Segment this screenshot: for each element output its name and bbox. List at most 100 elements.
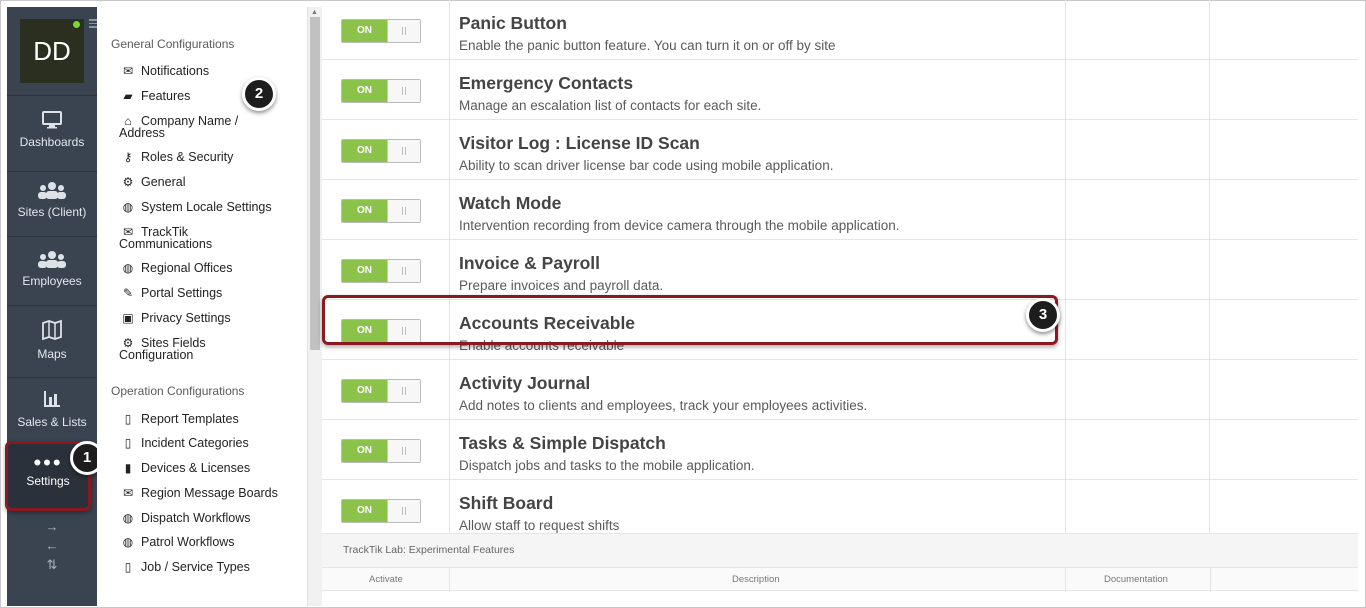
menu-item-label: Report Templates bbox=[141, 412, 239, 426]
feature-description: Ability to scan driver license bar code … bbox=[459, 158, 834, 173]
activate-cell: ON bbox=[322, 180, 450, 240]
menu-item-dispatch-workflows[interactable]: ◍ Dispatch Workflows bbox=[121, 511, 291, 525]
avatar[interactable]: DD bbox=[20, 19, 84, 83]
menu-item-label: Job / Service Types bbox=[141, 560, 250, 574]
rail-divider bbox=[7, 95, 97, 96]
menu-item-label: Portal Settings bbox=[141, 286, 223, 300]
group-icon bbox=[38, 182, 66, 199]
menu-scrollbar[interactable]: ▲ bbox=[307, 7, 322, 606]
rail-divider bbox=[7, 236, 97, 237]
column-divider bbox=[1065, 568, 1066, 592]
menu-item-roles-security[interactable]: ⚷ Roles & Security bbox=[121, 150, 291, 164]
menu-item-label-line2: Address bbox=[119, 126, 165, 140]
feature-title: Emergency Contacts bbox=[459, 73, 634, 93]
menu-item-report-templates[interactable]: ▯ Report Templates bbox=[121, 412, 291, 426]
feature-description: Allow staff to request shifts bbox=[459, 518, 620, 533]
globe-icon: ◍ bbox=[122, 261, 134, 275]
file-icon: ▯ bbox=[124, 436, 132, 450]
feature-description: Add notes to clients and employees, trac… bbox=[459, 398, 868, 413]
feature-title: Tasks & Simple Dispatch bbox=[459, 433, 666, 453]
menu-item-devices-licenses[interactable]: ▮ Devices & Licenses bbox=[121, 462, 291, 475]
menu-item-company-name[interactable]: ⌂ Company Name / Address bbox=[119, 115, 291, 140]
menu-item-label: Notifications bbox=[141, 64, 210, 78]
menu-group-title: Operation Configurations bbox=[111, 384, 245, 398]
activate-cell: ON bbox=[322, 360, 450, 420]
feature-toggle[interactable]: ON bbox=[341, 379, 421, 403]
menu-item-portal-settings[interactable]: ✎ Portal Settings bbox=[121, 286, 291, 300]
scrollbar-thumb[interactable] bbox=[310, 17, 320, 350]
rail-item-sites[interactable]: Sites (Client) bbox=[7, 181, 97, 219]
bar-chart-icon bbox=[44, 391, 60, 407]
activate-cell: ON bbox=[322, 120, 450, 180]
map-icon bbox=[42, 319, 62, 341]
toggle-handle[interactable] bbox=[387, 500, 420, 522]
key-icon: ⚷ bbox=[123, 150, 133, 164]
column-description[interactable]: Description bbox=[732, 574, 780, 585]
menu-item-label-line2: Configuration bbox=[119, 348, 194, 362]
scroll-up-icon[interactable]: ▲ bbox=[311, 9, 318, 16]
feature-title: Activity Journal bbox=[459, 373, 591, 393]
toggle-on-label: ON bbox=[342, 500, 387, 522]
feature-toggle[interactable]: ON bbox=[341, 139, 421, 163]
rail-item-label: Settings bbox=[26, 474, 70, 488]
rail-item-label: Dashboards bbox=[19, 135, 85, 149]
menu-item-patrol-workflows[interactable]: ◍ Patrol Workflows bbox=[121, 535, 291, 549]
column-documentation[interactable]: Documentation bbox=[1104, 574, 1168, 585]
menu-item-regional-offices[interactable]: ◍ Regional Offices bbox=[121, 261, 291, 275]
rail-item-employees[interactable]: Employees bbox=[7, 250, 97, 288]
toggle-handle[interactable] bbox=[387, 20, 420, 42]
envelope-icon: ✉ bbox=[122, 486, 134, 500]
feature-toggle[interactable]: ON bbox=[341, 259, 421, 283]
menu-item-label: System Locale Settings bbox=[141, 200, 272, 214]
menu-item-system-locale[interactable]: ◍ System Locale Settings bbox=[121, 200, 291, 214]
menu-item-privacy-settings[interactable]: ▣ Privacy Settings bbox=[121, 312, 291, 325]
toggle-handle[interactable] bbox=[387, 200, 420, 222]
menu-item-label: Region Message Boards bbox=[141, 486, 278, 500]
rail-divider bbox=[7, 305, 97, 306]
feature-toggle[interactable]: ON bbox=[341, 439, 421, 463]
briefcase-icon: ▰ bbox=[123, 89, 133, 103]
activate-cell: ON bbox=[322, 240, 450, 300]
feature-description: Manage an escalation list of contacts fo… bbox=[459, 98, 762, 113]
menu-item-notifications[interactable]: ✉ Notifications bbox=[121, 64, 291, 78]
feature-row: ON Tasks & Simple Dispatch Dispatch jobs a… bbox=[322, 420, 1358, 480]
feature-toggle[interactable]: ON bbox=[341, 499, 421, 523]
arrow-left-icon[interactable]: ← bbox=[7, 536, 97, 555]
rail-item-dashboards[interactable]: Dashboards bbox=[7, 111, 97, 149]
toggle-handle[interactable] bbox=[387, 260, 420, 282]
toggle-handle[interactable] bbox=[387, 80, 420, 102]
menu-item-region-message-boards[interactable]: ✉ Region Message Boards bbox=[121, 486, 291, 500]
column-activate[interactable]: Activate bbox=[369, 574, 403, 585]
menu-item-general[interactable]: ⚙ General bbox=[121, 175, 291, 189]
toggle-on-label: ON bbox=[342, 80, 387, 102]
rail-item-sales[interactable]: Sales & Lists bbox=[7, 389, 97, 429]
toggle-handle[interactable] bbox=[387, 140, 420, 162]
toggle-on-label: ON bbox=[342, 380, 387, 402]
menu-item-label-line2: Communications bbox=[119, 237, 213, 251]
arrow-updown-icon[interactable]: ⇅ bbox=[7, 555, 97, 574]
rail-item-maps[interactable]: Maps bbox=[7, 319, 97, 361]
menu-item-sites-fields[interactable]: ⚙ Sites Fields Configuration bbox=[119, 337, 291, 362]
feature-toggle[interactable]: ON bbox=[341, 79, 421, 103]
menu-item-label: Dispatch Workflows bbox=[141, 511, 251, 525]
activate-cell: ON bbox=[322, 480, 450, 540]
menu-item-job-service-types[interactable]: ▯ Job / Service Types bbox=[121, 560, 291, 574]
menu-item-label: Patrol Workflows bbox=[141, 535, 235, 549]
rail-item-label: Sites (Client) bbox=[17, 205, 87, 219]
feature-row: ON Emergency Contacts Manage an escalation… bbox=[322, 60, 1358, 120]
menu-item-tracktik-communications[interactable]: ✉ TrackTik Communications bbox=[119, 226, 291, 251]
rail-arrows[interactable]: → ← ⇅ bbox=[7, 517, 97, 574]
gear-icon: ⚙ bbox=[122, 175, 134, 189]
toggle-handle[interactable] bbox=[387, 380, 420, 402]
menu-item-label: Regional Offices bbox=[141, 261, 233, 275]
rail-divider bbox=[7, 377, 97, 378]
feature-toggle[interactable]: ON bbox=[341, 199, 421, 223]
feature-toggle[interactable]: ON bbox=[341, 19, 421, 43]
arrow-right-icon[interactable]: → bbox=[7, 517, 97, 536]
menu-item-incident-categories[interactable]: ▯ Incident Categories bbox=[121, 436, 291, 450]
feature-row: ON Watch Mode Intervention recording from … bbox=[322, 180, 1358, 240]
step-badge-3: 3 bbox=[1026, 298, 1060, 332]
toggle-handle[interactable] bbox=[387, 440, 420, 462]
toggle-on-label: ON bbox=[342, 200, 387, 222]
feature-row: ON Visitor Log : License ID Scan Ability t… bbox=[322, 120, 1358, 180]
